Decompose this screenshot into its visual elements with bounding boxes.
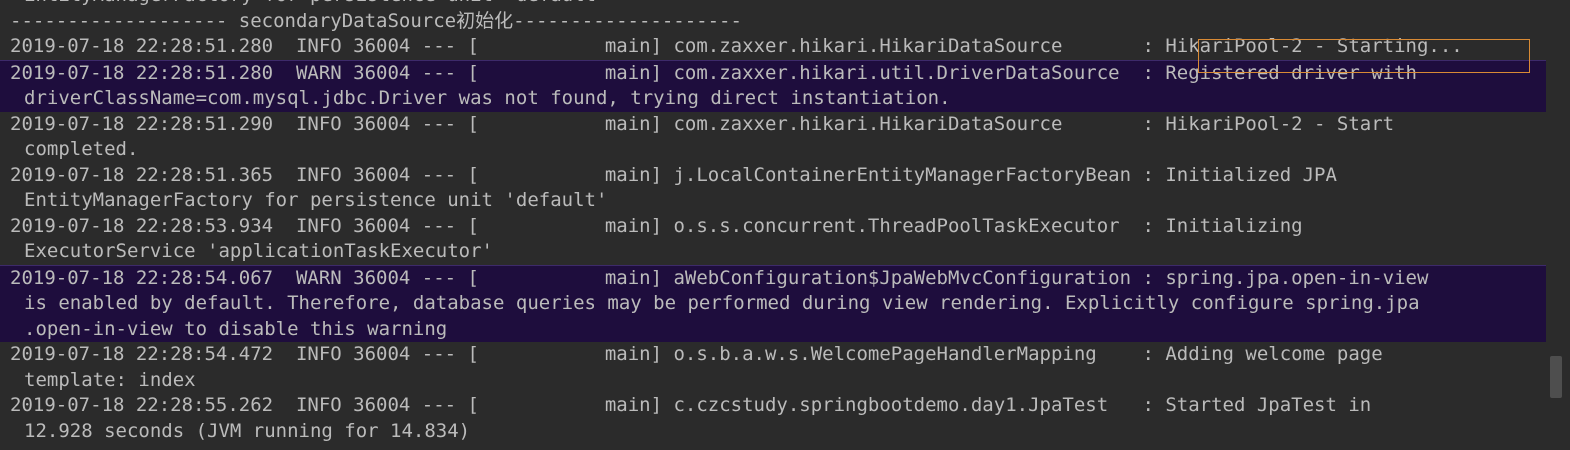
log-separator: ------------------- secondaryDataSource初… [10, 9, 742, 32]
log-line-continuation: EntityManagerFactory for persistence uni… [24, 189, 608, 211]
log-line-continuation: ExecutorService 'applicationTaskExecutor… [24, 240, 493, 262]
console-output[interactable]: EntityManagerFactory for persistence uni… [0, 0, 1570, 450]
log-line-info: 2019-07-18 22:28:51.290 INFO 36004 --- [… [10, 112, 1395, 135]
log-line-warn-continuation: .open-in-view to disable this warning [0, 316, 1546, 342]
log-line-warn-continuation: is enabled by default. Therefore, databa… [0, 291, 1546, 317]
log-line-warn: 2019-07-18 22:28:54.067 WARN 36004 --- [… [0, 264, 1546, 291]
log-line-info: 2019-07-18 22:28:53.934 INFO 36004 --- [… [10, 214, 1303, 237]
log-line-continuation: template: index [24, 368, 196, 391]
log-line: EntityManagerFactory for persistence uni… [0, 0, 1546, 9]
log-line-warn-continuation: driverClassName=com.mysql.jdbc.Driver wa… [0, 86, 1546, 112]
log-line-info: 2019-07-18 22:28:51.280 INFO 36004 --- [… [10, 35, 1463, 57]
log-line-warn: 2019-07-18 22:28:51.280 WARN 36004 --- [… [0, 59, 1546, 86]
log-line-info: 2019-07-18 22:28:54.472 INFO 36004 --- [… [10, 343, 1383, 365]
log-lines: EntityManagerFactory for persistence uni… [0, 0, 1546, 444]
log-line-continuation: completed. [24, 138, 139, 160]
log-line-info: 2019-07-18 22:28:55.262 INFO 36004 --- [… [10, 394, 1372, 416]
log-line-continuation: 12.928 seconds (JVM running for 14.834) [24, 419, 471, 442]
scrollbar-thumb[interactable] [1550, 356, 1562, 398]
log-line-info: 2019-07-18 22:28:51.365 INFO 36004 --- [… [10, 163, 1337, 186]
vertical-scrollbar[interactable] [1546, 0, 1570, 450]
